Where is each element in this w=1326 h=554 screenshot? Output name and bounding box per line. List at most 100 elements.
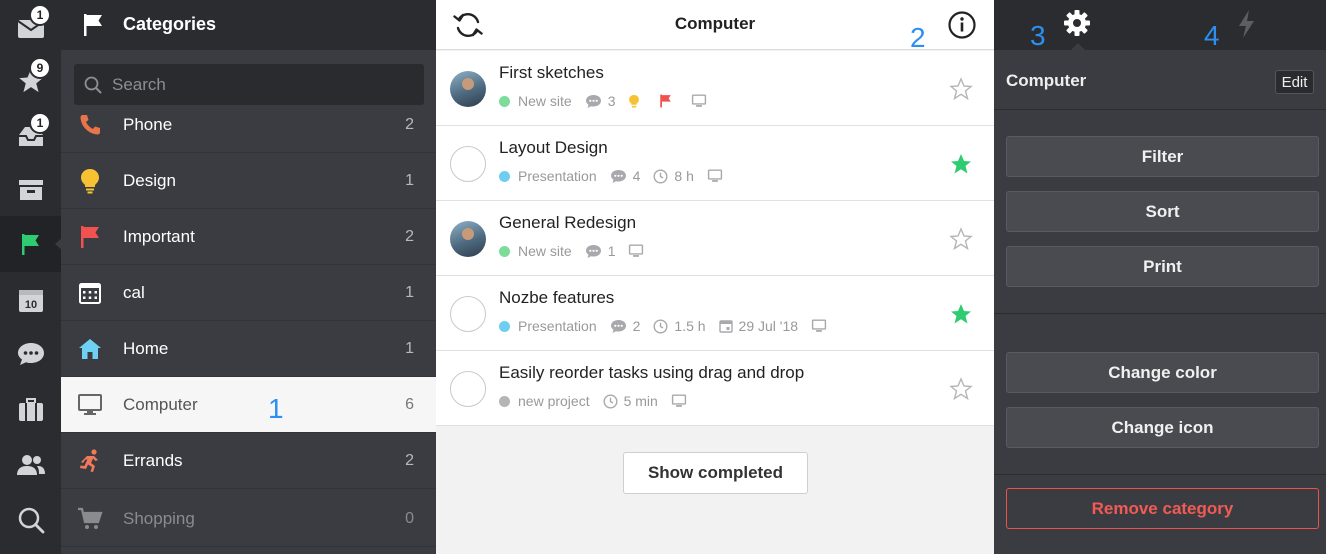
time-meta: 1.5 h bbox=[653, 318, 706, 334]
task-row[interactable]: First sketches New site 3 bbox=[436, 51, 994, 126]
annotation-4: 4 bbox=[1204, 20, 1220, 51]
project-name: Presentation bbox=[518, 168, 597, 184]
project-color-dot bbox=[499, 95, 510, 107]
date-meta: 29 Jul '18 bbox=[718, 318, 798, 334]
task-checkbox[interactable] bbox=[450, 371, 486, 407]
avatar[interactable] bbox=[450, 221, 486, 257]
flag-icon bbox=[84, 14, 102, 36]
remove-category-button[interactable]: Remove category bbox=[1006, 488, 1319, 529]
computer-category-meta bbox=[691, 94, 713, 108]
shopping-cart-icon bbox=[77, 506, 103, 532]
comment-icon bbox=[585, 94, 601, 108]
comment-count: 2 bbox=[632, 318, 641, 334]
category-item-shopping[interactable]: Shopping 0 bbox=[61, 491, 436, 547]
clock-icon bbox=[653, 318, 668, 334]
search-input[interactable] bbox=[112, 64, 412, 105]
red-flag-icon bbox=[77, 224, 103, 250]
show-completed-button[interactable]: Show completed bbox=[623, 452, 808, 494]
category-label: Design bbox=[123, 171, 176, 190]
project-color-dot bbox=[499, 320, 510, 332]
task-meta: Presentation 2 1.5 h 29 Jul '18 bbox=[499, 318, 846, 334]
lightbulb-icon bbox=[77, 168, 103, 194]
rail-calendar-button[interactable]: 10 bbox=[0, 272, 61, 328]
filter-button[interactable]: Filter bbox=[1006, 136, 1319, 177]
project-name: New site bbox=[518, 243, 572, 259]
design-category-meta bbox=[628, 94, 646, 109]
category-item-design[interactable]: Design 1 bbox=[61, 153, 436, 209]
project-name: Presentation bbox=[518, 318, 597, 334]
calendar-icon bbox=[718, 320, 733, 333]
comments-meta: 3 bbox=[585, 93, 616, 109]
calendar-grid-icon bbox=[77, 280, 103, 306]
red-flag-icon bbox=[660, 94, 672, 108]
rail-priority-button[interactable]: 9 bbox=[0, 53, 61, 109]
star-icon[interactable] bbox=[949, 152, 973, 176]
category-item-home[interactable]: Home 1 bbox=[61, 321, 436, 377]
rail-team-button[interactable] bbox=[0, 437, 61, 493]
star-icon[interactable] bbox=[949, 302, 973, 326]
task-meta: New site 1 bbox=[499, 243, 663, 259]
flag-icon bbox=[21, 234, 39, 255]
category-count: 1 bbox=[405, 172, 414, 189]
star-icon[interactable] bbox=[949, 227, 973, 251]
change-icon-button[interactable]: Change icon bbox=[1006, 407, 1319, 448]
comments-meta: 4 bbox=[610, 168, 640, 184]
star-icon[interactable] bbox=[949, 77, 973, 101]
avatar[interactable] bbox=[450, 71, 486, 107]
category-label: Home bbox=[123, 339, 169, 358]
star-icon[interactable] bbox=[949, 377, 973, 401]
comment-icon bbox=[610, 319, 626, 333]
task-row[interactable]: Easily reorder tasks using drag and drop… bbox=[436, 351, 994, 426]
project-name: New site bbox=[518, 93, 572, 109]
category-count: 6 bbox=[405, 396, 414, 413]
category-label: Important bbox=[123, 227, 195, 246]
rail-search-button[interactable] bbox=[0, 492, 61, 548]
rail-incoming-button[interactable]: 1 bbox=[0, 108, 61, 164]
category-item-phone[interactable]: Phone 2 bbox=[61, 97, 436, 153]
task-meta: new project 5 min bbox=[499, 393, 706, 409]
computer-category-meta bbox=[671, 394, 693, 408]
monitor-icon bbox=[707, 169, 722, 182]
priority-badge: 9 bbox=[29, 57, 51, 79]
runner-icon bbox=[77, 448, 103, 474]
monitor-icon bbox=[692, 94, 707, 107]
task-checkbox[interactable] bbox=[450, 296, 486, 332]
rail-categories-button[interactable] bbox=[0, 216, 62, 272]
clock-icon bbox=[603, 393, 618, 409]
edit-button[interactable]: Edit bbox=[1275, 70, 1314, 94]
search-icon bbox=[18, 507, 44, 534]
comment-count: 3 bbox=[607, 93, 616, 109]
category-label: Errands bbox=[123, 451, 183, 470]
sort-button[interactable]: Sort bbox=[1006, 191, 1319, 232]
lightning-bolt-icon[interactable] bbox=[1236, 9, 1256, 39]
change-color-button[interactable]: Change color bbox=[1006, 352, 1319, 393]
time-estimate: 5 min bbox=[623, 393, 658, 409]
print-button[interactable]: Print bbox=[1006, 246, 1319, 287]
rail-projects-button[interactable] bbox=[0, 162, 61, 218]
category-item-cal[interactable]: cal 1 bbox=[61, 265, 436, 321]
category-count: 1 bbox=[405, 340, 414, 357]
category-label: Phone bbox=[123, 115, 173, 134]
task-row[interactable]: Layout Design Presentation 4 8 h bbox=[436, 126, 994, 201]
category-settings-panel: Computer Edit Filter Sort Print Change c… bbox=[994, 0, 1326, 554]
task-meta: New site 3 bbox=[499, 93, 726, 109]
project-color-dot bbox=[499, 245, 510, 257]
briefcase-icon bbox=[18, 398, 43, 421]
task-row[interactable]: General Redesign New site 1 bbox=[436, 201, 994, 276]
category-item-errands[interactable]: Errands 2 bbox=[61, 433, 436, 489]
info-icon[interactable] bbox=[947, 10, 977, 40]
category-label: Computer bbox=[123, 395, 198, 414]
task-checkbox[interactable] bbox=[450, 146, 486, 182]
annotation-1: 1 bbox=[268, 393, 284, 424]
task-row[interactable]: Nozbe features Presentation 2 1.5 h 29 J… bbox=[436, 276, 994, 351]
settings-tab[interactable] bbox=[1056, 0, 1098, 50]
gear-icon bbox=[1064, 10, 1090, 36]
rail-templates-button[interactable] bbox=[0, 382, 61, 438]
category-item-computer[interactable]: Computer 6 bbox=[61, 377, 436, 433]
category-count: 1 bbox=[405, 284, 414, 301]
rail-comments-button[interactable] bbox=[0, 326, 61, 382]
categories-header: Categories bbox=[61, 0, 436, 50]
category-item-important[interactable]: Important 2 bbox=[61, 209, 436, 265]
rail-inbox-button[interactable]: 1 bbox=[0, 0, 61, 56]
category-count: 0 bbox=[405, 510, 414, 527]
